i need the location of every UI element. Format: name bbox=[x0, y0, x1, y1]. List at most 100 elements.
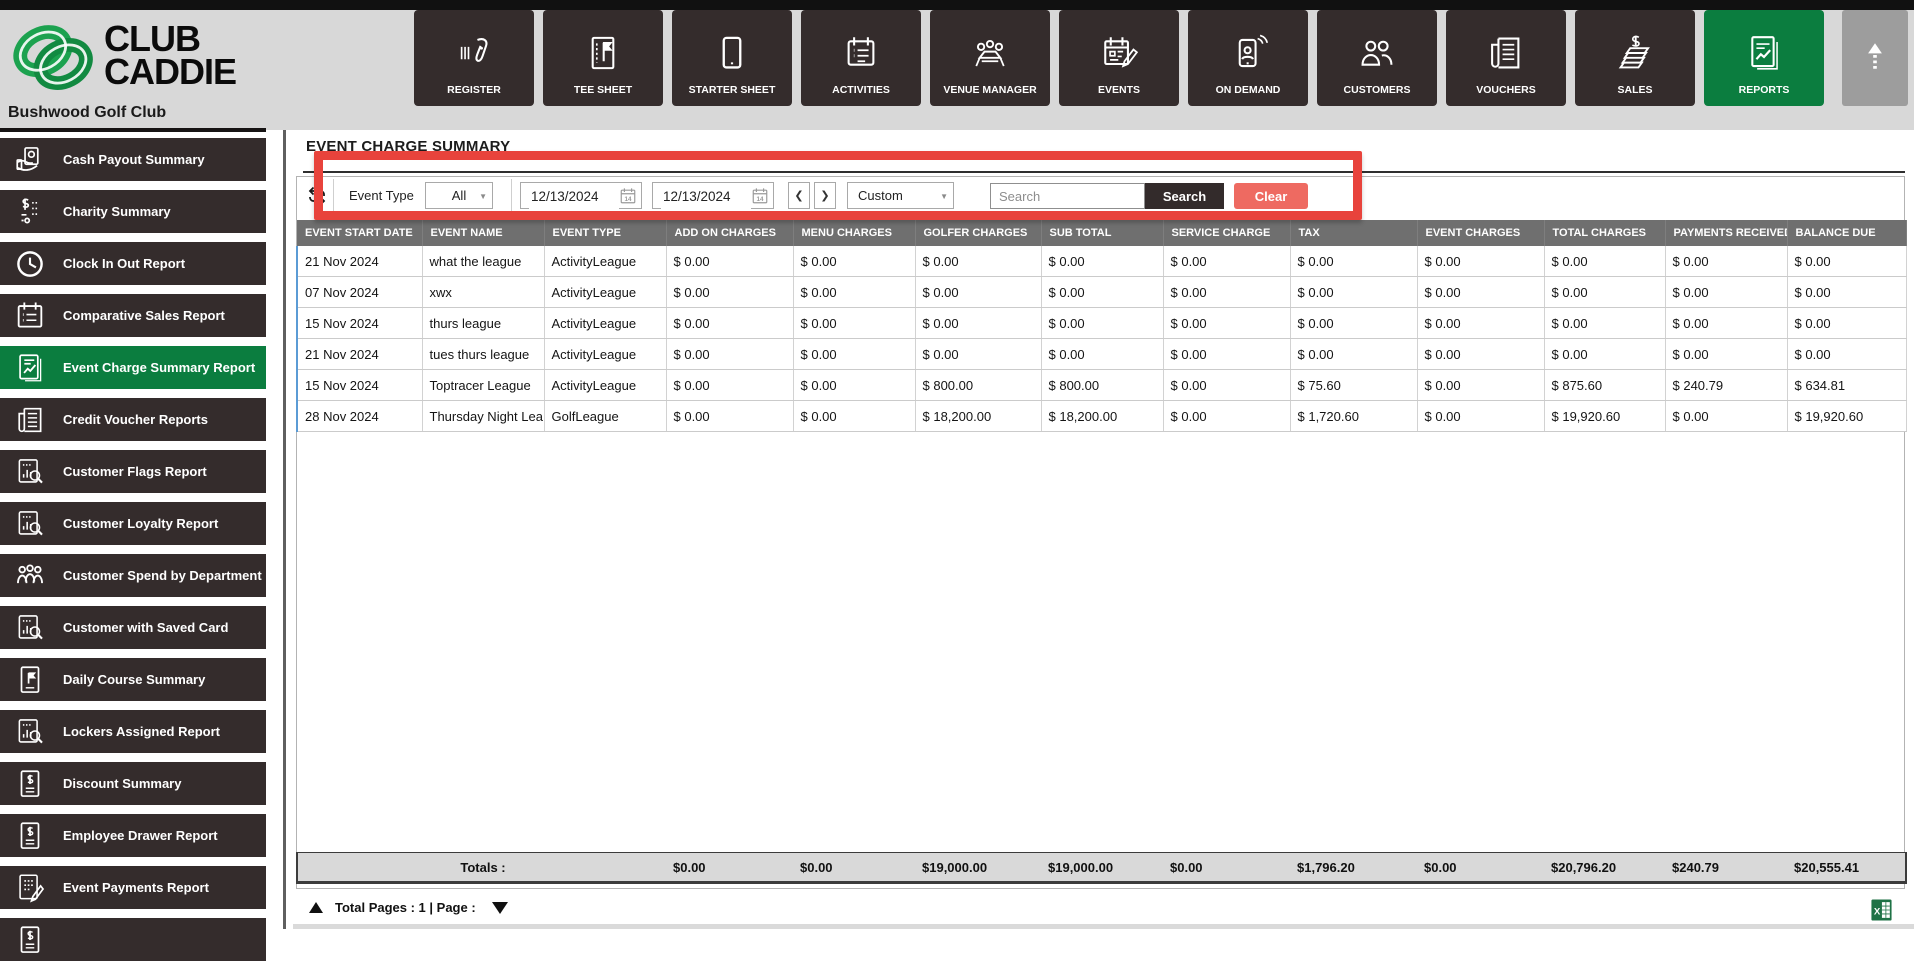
calendar-icon[interactable]: 14 bbox=[751, 187, 769, 205]
sidebar-item-lockers-assigned-report[interactable]: Lockers Assigned Report bbox=[0, 710, 266, 753]
calendar-icon[interactable]: 14 bbox=[619, 187, 637, 205]
search-input[interactable] bbox=[990, 183, 1145, 209]
cell: $ 0.00 bbox=[915, 338, 1042, 370]
nav-venue-manager[interactable]: VENUE MANAGER bbox=[930, 10, 1050, 106]
totals-value: $0.00 bbox=[673, 859, 706, 875]
cell: $ 0.00 bbox=[1163, 338, 1291, 370]
totals-bar: Totals : $0.00 $0.00 $19,000.00 $19,000.00 $0… bbox=[296, 852, 1907, 884]
column-header-balance-due[interactable]: BALANCE DUE bbox=[1787, 220, 1907, 246]
table-row-3[interactable]: 15 Nov 2024 thurs league ActivityLeague $ 0… bbox=[296, 307, 1907, 339]
sidebar-item-comparative-sales-report[interactable]: Comparative Sales Report bbox=[0, 294, 266, 337]
nav-sales[interactable]: SALES bbox=[1575, 10, 1695, 106]
sidebar-item-customer-loyalty-report[interactable]: Customer Loyalty Report bbox=[0, 502, 266, 545]
sidebar-item-label: Customer Loyalty Report bbox=[63, 516, 219, 531]
sidebar-scrollbar[interactable] bbox=[283, 130, 286, 929]
cell: $ 75.60 bbox=[1290, 369, 1418, 401]
sidebar-item-credit-voucher-reports[interactable]: Credit Voucher Reports bbox=[0, 398, 266, 441]
date-to-input[interactable] bbox=[661, 184, 751, 209]
date-range-select[interactable]: Custom ▼ bbox=[847, 182, 954, 209]
sidebar-item-label: Lockers Assigned Report bbox=[63, 724, 221, 739]
next-range-button[interactable]: ❯ bbox=[814, 182, 836, 209]
filter-divider bbox=[333, 179, 334, 213]
scroll-top-button[interactable] bbox=[1842, 10, 1908, 106]
cell: $ 0.00 bbox=[666, 338, 794, 370]
previous-range-button[interactable]: ❮ bbox=[788, 182, 810, 209]
nav-events[interactable]: EVENTS bbox=[1059, 10, 1179, 106]
export-excel-icon[interactable]: X bbox=[1871, 897, 1892, 923]
date-from-field[interactable]: 14 bbox=[520, 182, 642, 209]
nav-label: ACTIVITIES bbox=[832, 84, 890, 96]
date-range-value: Custom bbox=[858, 188, 903, 203]
column-header-payments-received[interactable]: PAYMENTS RECEIVED bbox=[1665, 220, 1788, 246]
nav-customers[interactable]: CUSTOMERS bbox=[1317, 10, 1437, 106]
nav-label: SALES bbox=[1617, 84, 1653, 96]
sidebar-item-daily-course-summary[interactable]: Daily Course Summary bbox=[0, 658, 266, 701]
page-select-dropdown-icon[interactable] bbox=[491, 901, 508, 914]
sidebar-item-customer-with-saved-card[interactable]: Customer with Saved Card bbox=[0, 606, 266, 649]
table-row-1[interactable]: 21 Nov 2024 what the league ActivityLeague… bbox=[296, 246, 1907, 277]
event-type-select[interactable]: All ▼ bbox=[425, 182, 493, 209]
column-header-tax[interactable]: TAX bbox=[1290, 220, 1418, 246]
nav-on-demand[interactable]: ON DEMAND bbox=[1188, 10, 1308, 106]
cell: $ 0.00 bbox=[1544, 276, 1666, 308]
doc-chart-magnifier-icon bbox=[13, 715, 47, 749]
nav-label: EVENTS bbox=[1097, 84, 1140, 96]
sidebar-item-event-payments-report[interactable]: Event Payments Report bbox=[0, 866, 266, 909]
clear-button[interactable]: Clear bbox=[1234, 183, 1308, 209]
table-row-6[interactable]: 28 Nov 2024 Thursday Night Lea GolfLeague $… bbox=[296, 400, 1907, 432]
column-header-menu-charges[interactable]: MENU CHARGES bbox=[793, 220, 916, 246]
cell: $ 0.00 bbox=[793, 338, 916, 370]
sidebar-item-event-charge-summary-report[interactable]: Event Charge Summary Report bbox=[0, 346, 266, 389]
column-header-add-on-charges[interactable]: ADD ON CHARGES bbox=[666, 220, 794, 246]
column-header-golfer-charges[interactable]: GOLFER CHARGES bbox=[915, 220, 1042, 246]
totals-label: Totals : bbox=[460, 859, 506, 875]
sidebar-item-customer-spend-by-department[interactable]: Customer Spend by Department bbox=[0, 554, 266, 597]
sidebar-item-discount-summary[interactable]: Discount Summary bbox=[0, 762, 266, 805]
sidebar-item-cash-payout-summary[interactable]: Cash Payout Summary bbox=[0, 138, 266, 181]
column-header-event-charges[interactable]: EVENT CHARGES bbox=[1417, 220, 1545, 246]
sidebar-item-item[interactable] bbox=[0, 918, 266, 961]
nav-reports-active[interactable]: REPORTS bbox=[1704, 10, 1824, 106]
table-row-2[interactable]: 07 Nov 2024 xwx ActivityLeague $ 0.00 $ 0.00… bbox=[296, 276, 1907, 308]
column-header-sub-total[interactable]: SUB TOTAL bbox=[1041, 220, 1164, 246]
nav-starter-sheet[interactable]: STARTER SHEET bbox=[672, 10, 792, 106]
clock-icon bbox=[13, 247, 47, 281]
nav-tee-sheet[interactable]: TEE SHEET bbox=[543, 10, 663, 106]
table-row-5[interactable]: 15 Nov 2024 Toptracer League ActivityLeagu… bbox=[296, 369, 1907, 401]
page-up-icon[interactable] bbox=[309, 902, 323, 913]
cell: ActivityLeague bbox=[544, 276, 667, 308]
refresh-icon[interactable] bbox=[305, 184, 329, 208]
nav-register[interactable]: REGISTER bbox=[414, 10, 534, 106]
date-to-field[interactable]: 14 bbox=[652, 182, 774, 209]
cell: $ 0.00 bbox=[1417, 276, 1545, 308]
date-from-input[interactable] bbox=[529, 184, 619, 209]
doc-chart-magnifier-icon bbox=[13, 611, 47, 645]
cell: $ 0.00 bbox=[1787, 276, 1907, 308]
cell: $ 0.00 bbox=[1787, 307, 1907, 339]
totals-value: $19,000.00 bbox=[1048, 859, 1114, 875]
title-underline bbox=[303, 171, 1905, 173]
nav-label: CUSTOMERS bbox=[1343, 84, 1411, 96]
sidebar-item-label: Customer Spend by Department bbox=[63, 568, 262, 583]
column-header-event-type[interactable]: EVENT TYPE bbox=[544, 220, 667, 246]
table-row-4[interactable]: 21 Nov 2024 tues thurs league ActivityLeag… bbox=[296, 338, 1907, 370]
totals-empty-cell bbox=[297, 853, 422, 883]
sidebar-item-customer-flags-report[interactable]: Customer Flags Report bbox=[0, 450, 266, 493]
club-caddie-logo: CLUB CADDIE bbox=[8, 14, 408, 106]
totals-value: $19,000.00 bbox=[922, 859, 988, 875]
sidebar-item-employee-drawer-report[interactable]: Employee Drawer Report bbox=[0, 814, 266, 857]
cell: what the league bbox=[422, 246, 545, 277]
cell: $ 0.00 bbox=[1787, 338, 1907, 370]
top-nav: REGISTER TEE SHEET STARTER SHEET ACTIVITIES… bbox=[414, 10, 1824, 106]
column-header-event-name[interactable]: EVENT NAME bbox=[422, 220, 545, 246]
nav-activities[interactable]: ACTIVITIES bbox=[801, 10, 921, 106]
search-button[interactable]: Search bbox=[1145, 183, 1224, 209]
column-header-total-charges[interactable]: TOTAL CHARGES bbox=[1544, 220, 1666, 246]
sidebar-item-charity-summary[interactable]: Charity Summary bbox=[0, 190, 266, 233]
column-header-service-charge[interactable]: SERVICE CHARGE bbox=[1163, 220, 1291, 246]
column-header-event-start-date[interactable]: EVENT START DATE bbox=[297, 220, 423, 246]
nav-label: REPORTS bbox=[1738, 84, 1790, 96]
sidebar-item-clock-in-out-report[interactable]: Clock In Out Report bbox=[0, 242, 266, 285]
pagination-text: Total Pages : 1 | Page : bbox=[335, 900, 476, 915]
nav-vouchers[interactable]: VOUCHERS bbox=[1446, 10, 1566, 106]
